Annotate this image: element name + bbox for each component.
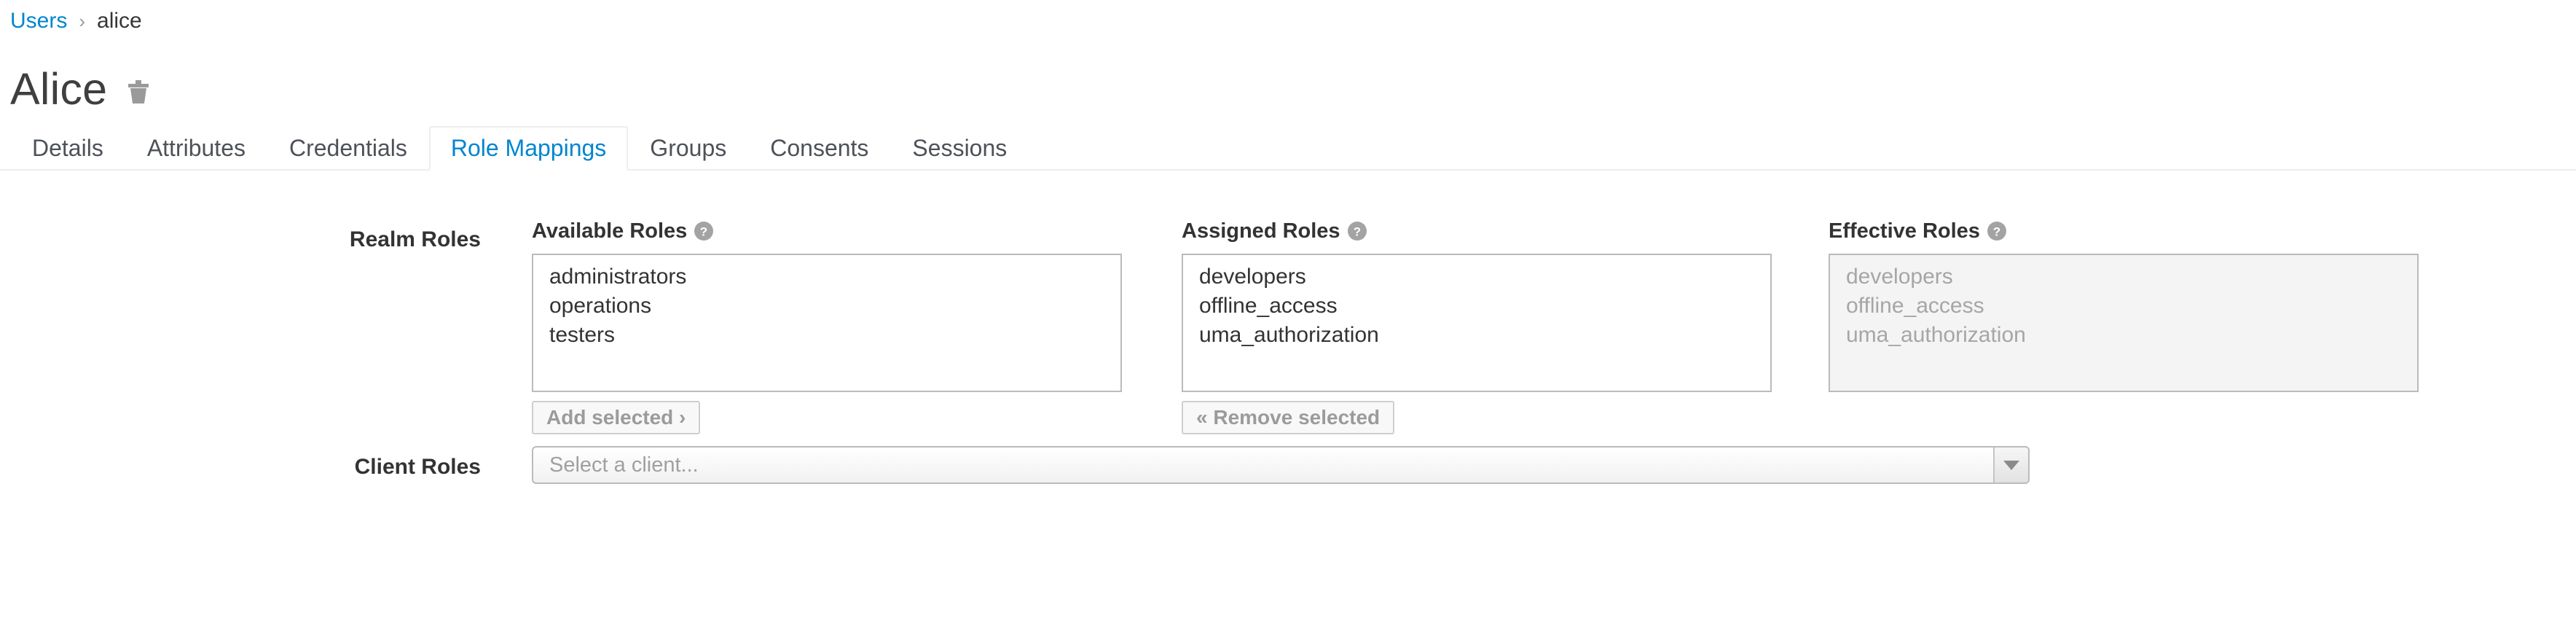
list-item: uma_authorization [1846,323,2026,347]
effective-roles-header: Effective Roles ? [1829,219,2419,243]
list-item[interactable]: operations [533,292,1120,321]
breadcrumb: Users › alice [10,10,142,32]
remove-selected-button[interactable]: « Remove selected [1182,401,1395,434]
add-selected-button[interactable]: Add selected › [532,401,701,434]
breadcrumb-separator-icon: › [79,10,86,32]
assigned-roles-listbox[interactable]: developers offline_access uma_authorizat… [1182,254,1772,392]
tab-groups[interactable]: Groups [628,126,748,169]
list-item[interactable]: testers [533,321,1120,350]
assigned-roles-header: Assigned Roles ? [1182,219,1772,243]
available-roles-listbox[interactable]: administrators operations testers [532,254,1122,392]
assigned-roles-label: Assigned Roles [1182,219,1340,243]
effective-roles-label: Effective Roles [1829,219,1980,243]
tab-consents[interactable]: Consents [748,126,890,169]
list-item: developers [1846,265,1953,289]
chevron-down-icon[interactable] [1993,448,2028,482]
svg-text:?: ? [700,225,707,239]
tab-details[interactable]: Details [10,126,125,169]
list-item: offline_access [1846,294,1984,318]
page-header: Alice [10,67,151,112]
effective-roles-column: Effective Roles ? developers offline_acc… [1829,219,2419,392]
tab-credentials[interactable]: Credentials [267,126,429,169]
list-item[interactable]: offline_access [1183,292,1770,321]
available-roles-column: Available Roles ? administrators operati… [532,219,1122,434]
assigned-roles-column: Assigned Roles ? developers offline_acce… [1182,219,1772,434]
available-roles-header: Available Roles ? [532,219,1122,243]
client-roles-label: Client Roles [354,455,481,479]
realm-roles-label: Realm Roles [349,227,481,251]
available-roles-label: Available Roles [532,219,688,243]
tab-sessions[interactable]: Sessions [890,126,1029,169]
client-select-value: Select a client... [549,453,699,477]
breadcrumb-link-users[interactable]: Users [10,10,67,32]
breadcrumb-current-alice: alice [97,9,142,33]
svg-text:?: ? [1353,225,1360,239]
client-select[interactable]: Select a client... [532,446,2030,484]
list-item[interactable]: uma_authorization [1183,321,1770,350]
help-circle-icon[interactable]: ? [1987,222,2006,241]
page-title: Alice [10,64,108,114]
tab-role-mappings[interactable]: Role Mappings [428,126,629,171]
list-item[interactable]: developers [1183,262,1770,292]
effective-roles-listbox: developers offline_access uma_authorizat… [1829,254,2419,392]
help-circle-icon[interactable]: ? [694,222,714,241]
tab-attributes[interactable]: Attributes [125,126,267,169]
svg-text:?: ? [1993,225,2000,239]
tab-bar: Details Attributes Credentials Role Mapp… [0,126,2576,171]
trash-icon[interactable] [126,77,151,106]
list-item[interactable]: administrators [533,262,1120,292]
help-circle-icon[interactable]: ? [1347,222,1367,241]
